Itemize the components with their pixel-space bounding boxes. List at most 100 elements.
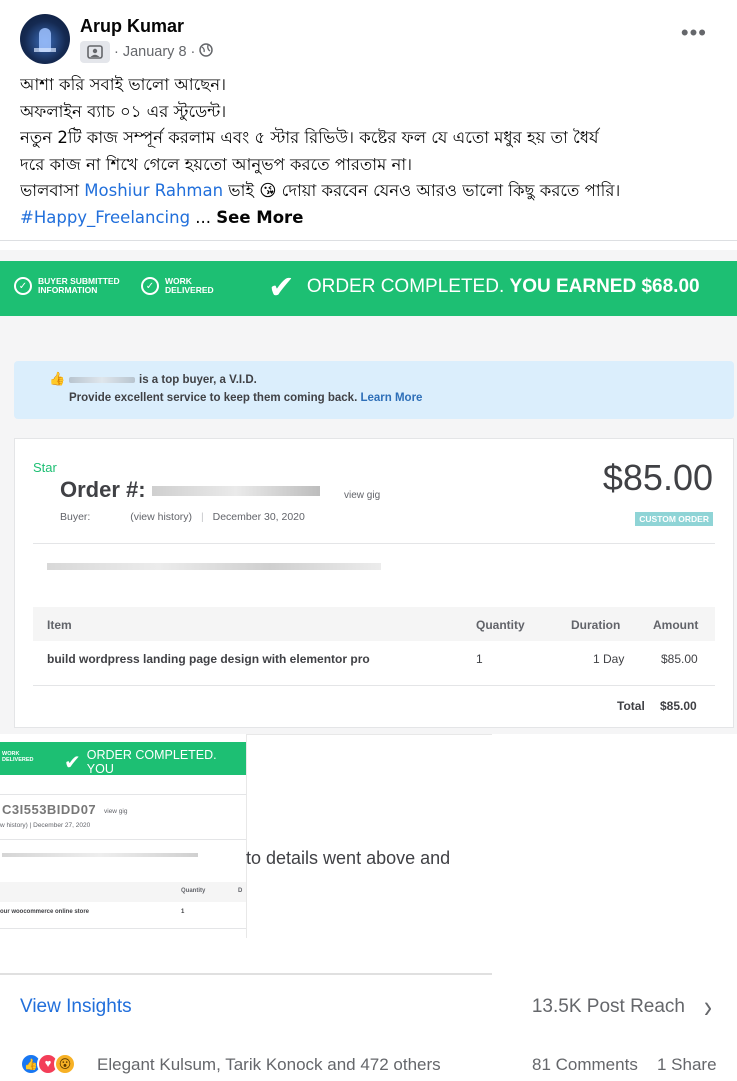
earned-text: YOU EARNED $68.00 — [509, 276, 700, 297]
post-line-2: অফলাইন ব্যাচ ০১ এর স্টুডেন্ট। — [20, 101, 227, 121]
th-item: Item — [47, 618, 72, 632]
learn-more-link: Learn More — [360, 392, 423, 404]
ellipsis: ... — [190, 207, 217, 227]
group-badge-icon[interactable] — [80, 41, 110, 63]
post-line-5: ভালবাসা Moshiur Rahman ভাই 😘 দোয়া করবেন… — [20, 178, 725, 205]
check-circle-icon: ✓ — [14, 277, 32, 295]
meta-separator: · — [114, 44, 119, 60]
blurred-username — [69, 376, 135, 383]
blurred-order-number — [151, 486, 320, 497]
completed-text: ORDER COMPLETED. — [306, 276, 505, 297]
mini-table-header: Quantity D — [0, 882, 246, 902]
post-reach[interactable]: 13.5K Post Reach — [532, 996, 685, 1018]
second-order-thumbnail: WORK DELIVERED ✔ ORDER COMPLETED. YOU C3I5… — [0, 742, 246, 938]
row-amount: $85.00 — [661, 652, 698, 666]
post-line-4: দরে কাজ না শিখে গেলে হয়তো আনুভপ করতে পা… — [20, 154, 413, 174]
mini-date: December 27, 2020 — [33, 822, 91, 829]
buyer-row: Buyer: (view history) | December 30, 202… — [60, 511, 305, 523]
post-meta: · January 8 · — [80, 41, 214, 63]
comments-count[interactable]: 81 Comments — [532, 1055, 638, 1075]
mini-order-id: C3I553BIDD07 — [2, 802, 97, 817]
order-date: December 30, 2020 — [212, 511, 305, 523]
mini-row-item: our woocommerce online store — [0, 909, 90, 915]
card-divider — [33, 543, 715, 544]
blurred-description — [47, 563, 381, 570]
step-buyer-info: ✓ BUYER SUBMITTED INFORMATION — [14, 277, 120, 295]
post-line-3: নতুন 2টি কাজ সম্পূর্ন করলাম এবং ৫ স্টার … — [20, 128, 599, 147]
mini-th-d: D — [238, 888, 243, 894]
table-header: Item Quantity Duration Amount — [33, 607, 715, 641]
th-quantity: Quantity — [476, 618, 525, 632]
mini-divider — [0, 794, 246, 795]
mini-banner: WORK DELIVERED ✔ ORDER COMPLETED. YOU — [0, 742, 246, 776]
order-completed-banner: ✓ BUYER SUBMITTED INFORMATION ✓ WORK DELIV… — [0, 261, 737, 316]
order-label: Order #: — [60, 477, 146, 502]
overlay-edge-top — [246, 734, 492, 735]
th-amount: Amount — [653, 618, 699, 632]
reaction-names[interactable]: Elegant Kulsum, Tarik Konock and 472 oth… — [97, 1055, 441, 1075]
buyer-label: Buyer: — [60, 511, 91, 523]
custom-order-badge: CUSTOM ORDER — [635, 512, 713, 526]
checkmark-icon: ✔ — [64, 751, 81, 774]
row-divider — [33, 685, 715, 686]
mini-table-row: our woocommerce online store 1 — [0, 903, 246, 927]
shares-count[interactable]: 1 Share — [657, 1055, 717, 1075]
post-header: Arup Kumar · January 8 · ••• — [0, 0, 737, 70]
total-value: $85.00 — [660, 699, 697, 713]
completed-message: ✔ ORDER COMPLETED. YOU EARNED $68.00 — [268, 269, 700, 305]
view-history: (view history) — [130, 511, 193, 523]
mini-th-quantity: Quantity — [181, 888, 206, 894]
line5-prefix: ভালবাসা — [20, 181, 85, 200]
thumbs-up-icon: 👍 — [49, 371, 66, 386]
total-row: Total $85.00 — [33, 687, 715, 723]
chevron-right-icon[interactable]: › — [704, 990, 712, 1026]
more-options-icon[interactable]: ••• — [681, 22, 707, 44]
details-text: to details went above and — [246, 848, 451, 868]
checkmark-icon: ✔ — [268, 269, 295, 305]
view-insights-link[interactable]: View Insights — [20, 996, 132, 1018]
mini-completed: ORDER COMPLETED. YOU — [86, 748, 217, 776]
meta-separator-2: · — [190, 44, 196, 60]
post-image[interactable]: ✓ BUYER SUBMITTED INFORMATION ✓ WORK DELIV… — [0, 250, 737, 976]
overlay-edge — [246, 734, 247, 938]
post-body: আশা করি সবাই ভালো আছেন। অফলাইন ব্যাচ ০১ … — [20, 72, 725, 231]
step2-line2: DELIVERED — [165, 285, 214, 295]
mini-divider-3 — [0, 928, 246, 929]
line5-suffix: ভাই 😘 দোয়া করবেন যেনও আরও ভালো কিছু করত… — [223, 181, 621, 200]
mini-row-qty: 1 — [181, 909, 185, 915]
post-line-1: আশা করি সবাই ভালো আছেন। — [20, 75, 226, 94]
mini-divider-2 — [0, 839, 246, 840]
row-duration: 1 Day — [593, 652, 625, 666]
mini-delivered: DELIVERED — [2, 757, 34, 763]
avatar-base — [34, 48, 56, 52]
star-label: Star — [33, 460, 57, 475]
reaction-icons[interactable]: 👍 ♥ 😮 — [20, 1053, 76, 1075]
wow-icon: 😮 — [54, 1053, 76, 1075]
post-date[interactable]: January 8 — [123, 44, 187, 60]
divider — [0, 240, 737, 241]
author-name[interactable]: Arup Kumar — [80, 16, 184, 37]
separator: | — [200, 511, 204, 523]
order-title: Order #: — [60, 477, 320, 503]
mention-link[interactable]: Moshiur Rahman — [84, 181, 223, 200]
globe-icon — [199, 43, 214, 61]
table-row: build wordpress landing page design with… — [33, 641, 715, 685]
step-work-delivered: ✓ WORK DELIVERED — [141, 277, 214, 295]
order-card: Star Order #: view gig $85.00 Buyer: (vi… — [14, 438, 734, 728]
total-label: Total — [617, 699, 645, 713]
post-line-6: #Happy_Freelancing ... See More — [20, 205, 725, 232]
mini-blurred-description — [2, 853, 198, 857]
step1-line2: INFORMATION — [38, 285, 98, 295]
view-gig-link: view gig — [344, 490, 381, 501]
mini-view-gig: view gig — [104, 808, 128, 815]
vid-notice: 👍 is a top buyer, a V.I.D. Provide excel… — [14, 361, 734, 419]
see-more-button[interactable]: See More — [216, 208, 303, 227]
author-avatar[interactable] — [20, 14, 70, 64]
mini-history: w history) — [0, 822, 28, 829]
hashtag-link[interactable]: #Happy_Freelancing — [20, 208, 190, 227]
row-item: build wordpress landing page design with… — [47, 652, 370, 666]
vid-line-1: is a top buyer, a V.I.D. — [139, 374, 257, 386]
order-price: $85.00 — [602, 457, 713, 498]
vid-line-2: Provide excellent service to keep them c… — [69, 392, 358, 404]
th-duration: Duration — [571, 618, 621, 632]
